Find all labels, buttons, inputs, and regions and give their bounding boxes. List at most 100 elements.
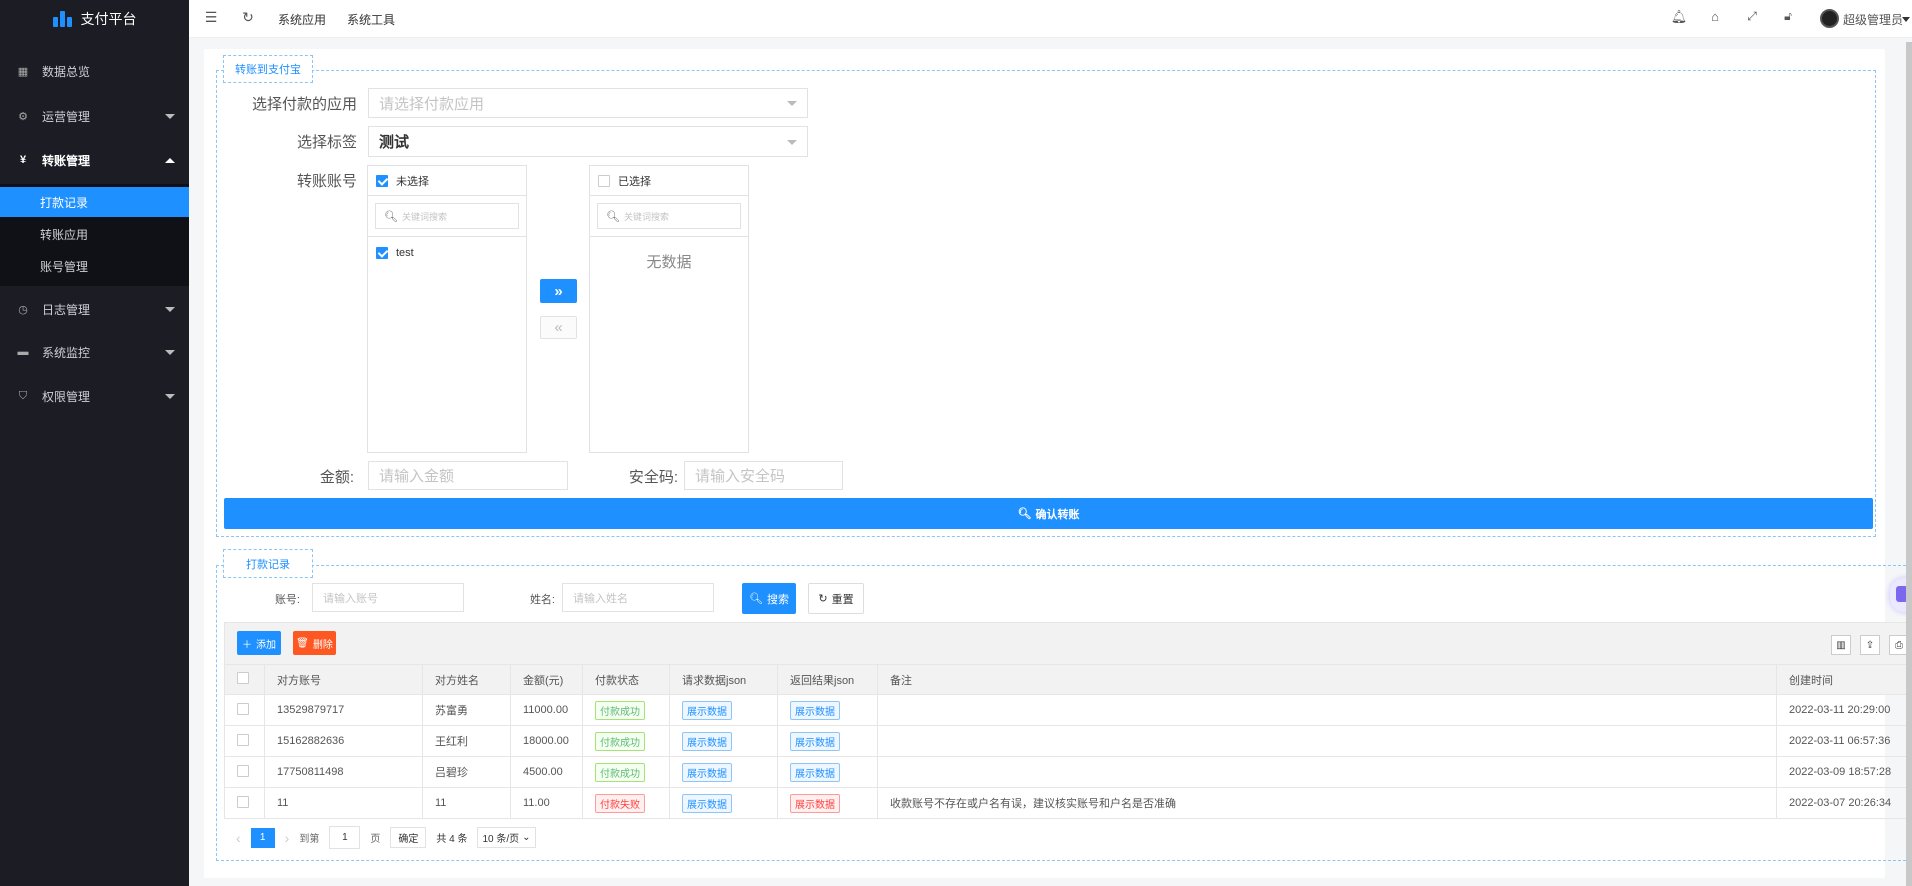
table-row[interactable]: 15162882636 王红利 18000.00 付款成功 展示数据 展示数据 … (224, 725, 1912, 757)
avatar[interactable] (1820, 9, 1839, 28)
prev-page-icon[interactable]: ‹ (236, 830, 241, 846)
sidebar-item-label: 权限管理 (42, 389, 91, 404)
clock-icon: ◷ (18, 303, 28, 316)
amount-input[interactable]: 请输入金额 (368, 461, 568, 490)
tag-icon[interactable]: ⌂ (1705, 9, 1725, 24)
refresh-icon[interactable]: ↻ (238, 9, 258, 26)
select-all-checkbox[interactable] (376, 174, 388, 187)
add-button[interactable]: ＋ 添加 (237, 631, 281, 655)
request-json-button[interactable]: 展示数据 (682, 762, 732, 782)
confirm-transfer-label: 确认转账 (1035, 508, 1080, 521)
column-header[interactable]: 金额(元) (510, 664, 583, 695)
goto-page-input[interactable]: 1 (329, 826, 361, 849)
move-left-button[interactable]: « (540, 316, 577, 339)
name-filter-input[interactable]: 请输入姓名 (562, 583, 714, 612)
response-json-button[interactable]: 展示数据 (790, 731, 840, 751)
select-all-checkbox[interactable] (598, 174, 610, 187)
app-label: 选择付款的应用 (251, 96, 357, 113)
list-item[interactable]: test (368, 237, 526, 269)
row-checkbox[interactable] (237, 702, 249, 715)
left-search-input[interactable]: 🔍︎ 关键词搜索 (375, 203, 519, 229)
plus-icon: ＋ (242, 639, 252, 651)
cell-remark (877, 694, 1777, 726)
export-icon[interactable]: ⇪ (1860, 635, 1880, 655)
cell-name: 王红利 (422, 725, 511, 757)
column-header[interactable]: 返回结果json (777, 664, 878, 695)
total-count: 共 4 条 (436, 834, 468, 845)
transfer-legend: 转账到支付宝 (223, 55, 313, 83)
row-checkbox[interactable] (237, 764, 249, 777)
name-filter-label: 姓名: (529, 594, 555, 606)
move-right-button[interactable]: » (540, 279, 577, 303)
page-1-button[interactable]: 1 (250, 827, 275, 848)
goto-suffix: 页 (370, 834, 381, 845)
settings-icon: ⚙ (18, 110, 28, 123)
chevron-down-icon[interactable] (1902, 17, 1910, 22)
logo-icon (52, 11, 73, 27)
cell-name: 11 (422, 787, 511, 819)
sidebar-item-permissions[interactable]: ⛉ 权限管理 (0, 378, 189, 414)
page-size-select[interactable]: 10 条/页 ⌄ (477, 827, 536, 848)
column-header[interactable]: 创建时间 (1776, 664, 1912, 695)
next-page-icon[interactable]: › (285, 830, 290, 846)
page-size-value: 10 条/页 (482, 834, 520, 845)
tag-select[interactable]: 测试 (368, 126, 808, 157)
response-json-button[interactable]: 展示数据 (790, 793, 840, 813)
account-filter-label: 账号: (274, 594, 300, 606)
response-json-button[interactable]: 展示数据 (790, 700, 840, 720)
column-header[interactable]: 对方姓名 (422, 664, 511, 695)
row-checkbox[interactable] (237, 795, 249, 808)
scrollbar[interactable] (1906, 42, 1912, 886)
goto-confirm-button[interactable]: 确定 (390, 827, 427, 848)
sidebar-item-logs[interactable]: ◷ 日志管理 (0, 291, 189, 327)
lock-icon[interactable]: 🔓︎ (1778, 9, 1798, 24)
table-row[interactable]: 17750811498 吕碧珍 4500.00 付款成功 展示数据 展示数据 2… (224, 756, 1912, 788)
shield-icon: ⛉ (18, 389, 28, 402)
item-label: test (396, 247, 414, 259)
records-table: 对方账号 对方姓名 金额(元) 付款状态 请求数据json 返回结果json 备… (224, 664, 1912, 819)
delete-button[interactable]: 🗑︎ 删除 (293, 631, 336, 655)
cell-name: 苏富勇 (422, 694, 511, 726)
chevron-down-icon (165, 349, 175, 355)
monitor-icon: ▬ (17, 346, 29, 358)
security-code-input[interactable]: 请输入安全码 (684, 461, 843, 490)
column-header[interactable]: 备注 (877, 664, 1777, 695)
account-filter-input[interactable]: 请输入账号 (312, 583, 464, 612)
request-json-button[interactable]: 展示数据 (682, 731, 732, 751)
sidebar-item-account-management[interactable]: 账号管理 (0, 251, 189, 281)
logo[interactable]: 支付平台 (0, 0, 189, 38)
goto-prefix: 到第 (299, 834, 320, 845)
sidebar-item-operations[interactable]: ⚙ 运营管理 (0, 98, 189, 134)
sidebar-item-transfer-apps[interactable]: 转账应用 (0, 219, 189, 249)
user-name[interactable]: 超级管理员 (1843, 11, 1903, 28)
app-select[interactable]: 请选择付款应用 (368, 88, 808, 118)
sidebar-item-dashboard[interactable]: ▦ 数据总览 (0, 53, 189, 89)
search-button[interactable]: 🔍︎ 搜索 (742, 583, 796, 614)
sidebar-item-monitor[interactable]: ▬ 系统监控 (0, 334, 189, 370)
request-json-button[interactable]: 展示数据 (682, 700, 732, 720)
request-json-button[interactable]: 展示数据 (682, 793, 732, 813)
column-header[interactable]: 对方账号 (264, 664, 423, 695)
fullscreen-icon[interactable]: ⤢ (1742, 9, 1762, 24)
sidebar-item-payment-records[interactable]: 打款记录 (0, 187, 189, 217)
select-all-rows-checkbox[interactable] (237, 672, 249, 684)
sidebar-item-transfer[interactable]: ¥ 转账管理 (0, 142, 189, 178)
columns-filter-icon[interactable]: ▥ (1831, 635, 1851, 655)
table-row[interactable]: 11 11 11.00 付款失败 展示数据 展示数据 收款账号不存在或户名有误，… (224, 787, 1912, 819)
cell-account: 15162882636 (264, 725, 423, 757)
column-header[interactable]: 付款状态 (582, 664, 670, 695)
table-row[interactable]: 13529879717 苏富勇 11000.00 付款成功 展示数据 展示数据 … (224, 694, 1912, 726)
column-header[interactable]: 请求数据json (669, 664, 778, 695)
response-json-button[interactable]: 展示数据 (790, 762, 840, 782)
nav-system-tools[interactable]: 系统工具 (347, 11, 395, 28)
item-checkbox[interactable] (376, 247, 388, 259)
cell-name: 吕碧珍 (422, 756, 511, 788)
nav-system-apps[interactable]: 系统应用 (278, 11, 326, 28)
confirm-transfer-button[interactable]: 🔍︎ 确认转账 (224, 498, 1873, 529)
row-checkbox[interactable] (237, 733, 249, 746)
reset-button[interactable]: ↻ 重置 (808, 583, 864, 614)
status-badge: 付款失败 (595, 793, 645, 813)
menu-collapse-icon[interactable]: ☰ (201, 9, 221, 26)
right-search-input[interactable]: 🔍︎ 关键词搜索 (597, 203, 741, 229)
bell-icon[interactable]: 🔔︎ (1669, 9, 1689, 25)
